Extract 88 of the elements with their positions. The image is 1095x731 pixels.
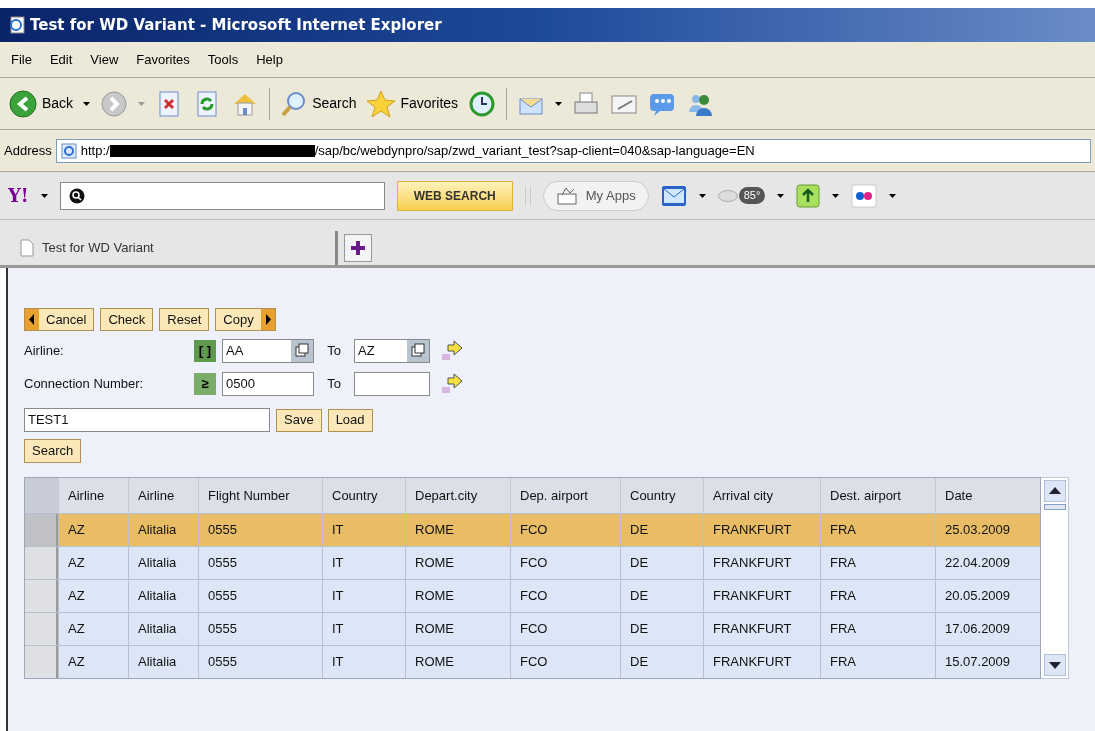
address-field[interactable]: http:/ /sap/bc/webdynpro/sap/zwd_variant_test?sap-client=040&sap-language=EN [55,138,1091,163]
field-label: Connection Number: [24,375,145,394]
photo-dots-icon[interactable] [851,183,878,208]
table-row[interactable]: AZ Alitalia 0555 IT ROME FCO DE FRANKFURT FRA 20.05.2009 [25,579,1040,612]
table-cell: Alitalia [128,646,198,678]
yahoo-logo[interactable]: Y! [8,182,29,209]
mail-icon[interactable] [660,183,687,208]
grip-icon [524,185,531,206]
load-button[interactable]: Load [327,408,373,432]
dropdown-caret-icon[interactable] [698,193,706,198]
value-help-icon[interactable] [291,340,313,362]
menu-item[interactable]: Tools [200,49,246,70]
menu-item[interactable]: Edit [42,49,80,70]
star-icon [366,89,397,118]
apps-box-icon [555,185,578,206]
menu-item[interactable]: Help [249,49,290,70]
variant-name-field[interactable]: TEST1 [24,408,270,432]
table-cell: 15.07.2009 [935,646,1040,678]
table-cell: 0555 [198,646,322,678]
tab-title: Test for WD Variant [42,239,154,258]
dropdown-caret-icon[interactable] [83,101,91,106]
dropdown-caret-icon[interactable] [555,101,563,106]
menu-item[interactable]: File [4,49,39,70]
action-button[interactable]: Check [100,308,154,331]
menu-item[interactable]: View [83,49,126,70]
scrollbar-thumb[interactable] [1043,504,1066,510]
window-title: Test for WD Variant - Microsoft Internet Explorer [30,14,442,36]
address-label: Address [4,141,52,160]
table-row[interactable]: AZ Alitalia 0555 IT ROME FCO DE FRANKFURT FRA 17.06.2009 [25,612,1040,645]
vertical-scrollbar[interactable] [1041,477,1069,679]
page-icon [20,239,34,257]
low-value-field[interactable]: 0500 [222,372,314,396]
row-selector[interactable] [25,580,58,612]
table-cell: FCO [510,646,620,678]
upload-icon[interactable] [796,183,821,208]
ie-page-icon [60,142,77,159]
table-cell: IT [322,646,405,678]
row-selector[interactable] [25,646,58,678]
ie-page-icon [8,16,26,34]
dropdown-caret-icon[interactable] [40,193,48,198]
cloud-icon [717,189,738,202]
table-cell: DE [620,646,703,678]
save-button[interactable]: Save [276,408,322,432]
multiple-selection-arrow-icon[interactable] [440,340,464,362]
action-button[interactable]: Cancel [24,308,95,331]
menu-item[interactable]: Favorites [129,49,197,70]
action-button[interactable]: Copy [215,308,276,331]
url-text: http:/ /sap/bc/webdynpro/sap/zwd_variant_test?sap-client=040&sap-language=EN [80,141,755,160]
field-label: Airline: [24,342,65,361]
favorites-button[interactable]: Favorites [366,89,459,118]
select-all-cell [25,478,58,513]
my-apps-button[interactable]: My Apps [542,180,649,211]
table-row[interactable]: AZ Alitalia 0555 IT ROME FCO DE FRANKFURT FRA 22.04.2009 [25,546,1040,579]
between-operator-icon[interactable]: [ ] [194,340,216,362]
row-selector[interactable] [25,613,58,645]
temperature-badge: 85° [738,187,766,204]
search-icon [68,187,85,204]
dropdown-caret-icon[interactable] [889,193,897,198]
high-value-field[interactable] [354,372,430,396]
high-value-field[interactable]: AZ [354,339,430,363]
weather-widget[interactable]: 85° [717,187,766,204]
action-button[interactable]: Reset [159,308,210,331]
table-cell: FRANKFURT [703,646,820,678]
multiple-selection-arrow-icon[interactable] [440,373,464,395]
greater-equal-operator-icon[interactable]: ≥ [194,373,216,395]
back-button[interactable]: Back [8,88,74,119]
web-search-button[interactable]: WEB SEARCH [396,180,513,211]
table-row[interactable]: AZ Alitalia 0555 IT ROME FCO DE FRANKFURT FRA 15.07.2009 [25,645,1040,678]
low-value-field[interactable]: AA [222,339,314,363]
table-row[interactable]: AZ Alitalia 0555 IT ROME FCO DE FRANKFURT FRA 25.03.2009 [25,513,1040,546]
history-icon[interactable] [468,89,497,118]
value-help-icon[interactable] [407,340,429,362]
search-button[interactable]: Search [280,89,357,118]
to-label: To [326,342,342,361]
web-search-field[interactable] [59,181,385,210]
new-tab-button[interactable] [344,234,372,262]
forward-icon[interactable] [100,89,129,118]
table-cell: ROME [405,646,510,678]
dropdown-caret-icon[interactable] [777,193,785,198]
scroll-up-icon[interactable] [1043,480,1066,502]
row-selector[interactable] [25,547,58,579]
scroll-down-icon[interactable] [1043,654,1066,676]
table-cell: FRA [820,646,935,678]
search-button[interactable]: Search [24,439,82,463]
plus-icon [350,240,366,256]
dropdown-caret-icon[interactable] [832,193,840,198]
table-cell: AZ [58,646,128,678]
to-label: To [326,375,342,394]
